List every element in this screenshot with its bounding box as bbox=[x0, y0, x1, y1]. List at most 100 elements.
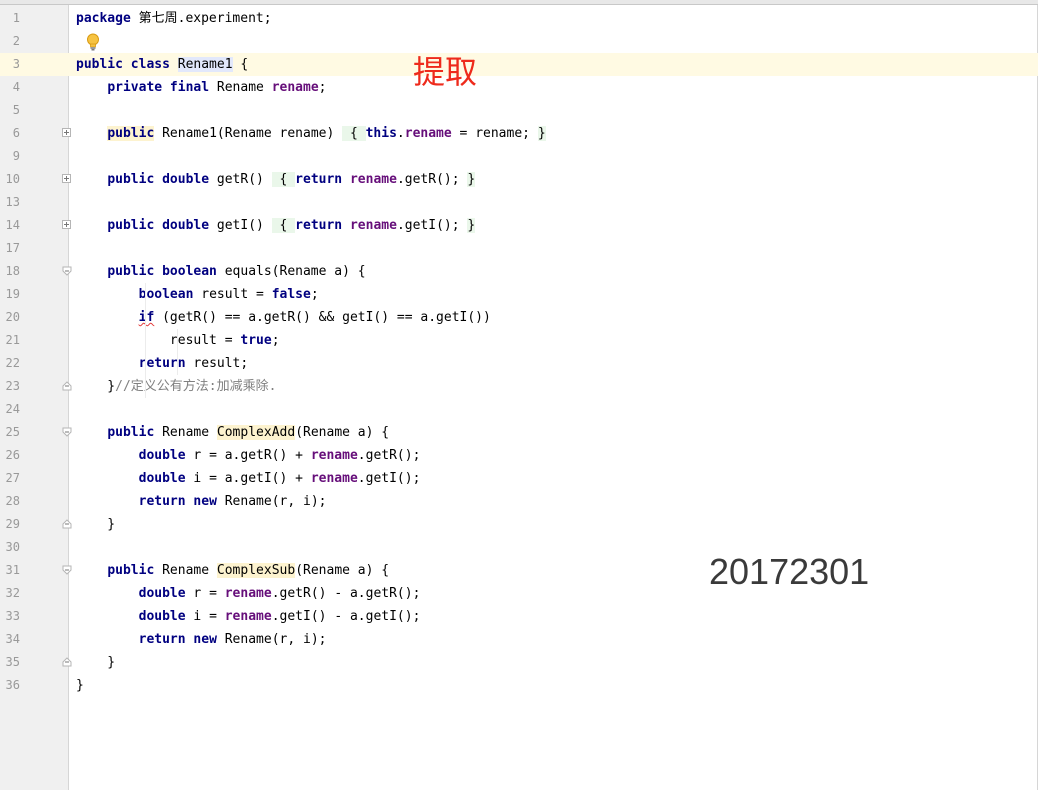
fold-collapse-icon[interactable] bbox=[62, 657, 72, 667]
line-number: 32 bbox=[5, 586, 20, 600]
code-text[interactable]: public double getR() { return rename.get… bbox=[76, 168, 476, 191]
code-line[interactable]: 23 }//定义公有方法:加减乘除. bbox=[0, 375, 1038, 398]
code-line[interactable]: 24 bbox=[0, 398, 1038, 421]
code-token: } bbox=[76, 678, 84, 693]
code-text[interactable]: public class Rename1 { bbox=[76, 53, 248, 76]
code-token: { bbox=[271, 218, 296, 233]
keyword-token: public double bbox=[107, 172, 210, 187]
code-text[interactable]: public Rename ComplexAdd(Rename a) { bbox=[76, 421, 389, 444]
code-line[interactable]: 30 bbox=[0, 536, 1038, 559]
code-token: ComplexSub bbox=[216, 563, 296, 578]
code-token: (getR() == a.getR() && getI() == a.getI(… bbox=[154, 310, 491, 325]
keyword-token: this bbox=[365, 126, 397, 141]
fold-collapse-icon[interactable] bbox=[62, 381, 72, 391]
lightbulb-icon[interactable] bbox=[86, 33, 100, 51]
code-line[interactable]: 25 public Rename ComplexAdd(Rename a) { bbox=[0, 421, 1038, 444]
code-line[interactable]: 18 public boolean equals(Rename a) { bbox=[0, 260, 1038, 283]
code-line[interactable]: 13 bbox=[0, 191, 1038, 214]
keyword-token: private final bbox=[107, 80, 210, 95]
code-text[interactable]: if (getR() == a.getR() && getI() == a.ge… bbox=[76, 306, 491, 329]
code-line[interactable]: 14 public double getI() { return rename.… bbox=[0, 214, 1038, 237]
line-number: 9 bbox=[12, 149, 20, 163]
code-text[interactable]: boolean result = false; bbox=[76, 283, 319, 306]
code-text[interactable]: double r = a.getR() + rename.getR(); bbox=[76, 444, 421, 467]
code-line[interactable]: 31 public Rename ComplexSub(Rename a) { bbox=[0, 559, 1038, 582]
code-line[interactable]: 35 } bbox=[0, 651, 1038, 674]
code-text[interactable]: } bbox=[76, 513, 115, 536]
code-text[interactable]: double i = a.getI() + rename.getI(); bbox=[76, 467, 421, 490]
fold-collapse-icon[interactable] bbox=[62, 266, 72, 276]
code-text[interactable]: } bbox=[76, 674, 84, 697]
code-line[interactable]: 26 double r = a.getR() + rename.getR(); bbox=[0, 444, 1038, 467]
code-line[interactable]: 33 double i = rename.getI() - a.getI(); bbox=[0, 605, 1038, 628]
fold-collapse-icon[interactable] bbox=[62, 565, 72, 575]
code-text[interactable]: public boolean equals(Rename a) { bbox=[76, 260, 365, 283]
code-editor[interactable]: 1 package 第七周.experiment; 2 3 public class R… bbox=[0, 0, 1038, 790]
keyword-token: double bbox=[138, 471, 186, 486]
code-line[interactable]: 19 boolean result = false; bbox=[0, 283, 1038, 306]
keyword-token: boolean bbox=[138, 287, 194, 302]
code-text[interactable]: package 第七周.experiment; bbox=[76, 7, 272, 30]
code-token: } bbox=[76, 655, 116, 670]
code-line[interactable]: 4 private final Rename rename; bbox=[0, 76, 1038, 99]
code-line[interactable]: 6 public Rename1(Rename rename) { this.r… bbox=[0, 122, 1038, 145]
code-line[interactable]: 28 return new Rename(r, i); bbox=[0, 490, 1038, 513]
line-number: 4 bbox=[12, 80, 20, 94]
code-text[interactable]: public Rename1(Rename rename) { this.ren… bbox=[76, 122, 546, 145]
code-token: Rename1(Rename rename) bbox=[154, 126, 343, 141]
code-text[interactable]: } bbox=[76, 651, 115, 674]
line-number: 2 bbox=[12, 34, 20, 48]
fold-expand-icon[interactable] bbox=[62, 220, 71, 229]
fold-expand-icon[interactable] bbox=[62, 174, 71, 183]
fold-expand-icon[interactable] bbox=[62, 128, 71, 137]
code-token: = rename; bbox=[451, 126, 538, 141]
code-line[interactable]: 36} bbox=[0, 674, 1038, 697]
line-number: 33 bbox=[5, 609, 20, 623]
line-number: 19 bbox=[5, 287, 20, 301]
fold-collapse-icon[interactable] bbox=[62, 519, 72, 529]
line-number: 17 bbox=[5, 241, 20, 255]
code-token: i = a.getI() + bbox=[185, 471, 311, 486]
line-number: 22 bbox=[5, 356, 20, 370]
code-text[interactable]: return result; bbox=[76, 352, 249, 375]
line-number: 6 bbox=[12, 126, 20, 140]
code-token: } bbox=[467, 172, 476, 187]
keyword-token: public double bbox=[107, 218, 210, 233]
code-line[interactable]: 1 package 第七周.experiment; bbox=[0, 7, 1038, 30]
code-text[interactable]: public Rename ComplexSub(Rename a) { bbox=[76, 559, 389, 582]
code-line[interactable]: 5 bbox=[0, 99, 1038, 122]
code-text[interactable]: return new Rename(r, i); bbox=[76, 628, 327, 651]
code-text[interactable]: }//定义公有方法:加减乘除. bbox=[76, 375, 276, 398]
code-token: i = bbox=[185, 609, 225, 624]
code-text[interactable]: private final Rename rename; bbox=[76, 76, 326, 99]
line-number: 36 bbox=[5, 678, 20, 692]
code-line[interactable]: 34 return new Rename(r, i); bbox=[0, 628, 1038, 651]
code-line[interactable]: 29 } bbox=[0, 513, 1038, 536]
code-line[interactable]: 2 bbox=[0, 30, 1038, 53]
code-text[interactable]: double i = rename.getI() - a.getI(); bbox=[76, 605, 421, 628]
code-token: ; bbox=[318, 80, 327, 95]
line-number: 24 bbox=[5, 402, 20, 416]
line-number: 31 bbox=[5, 563, 20, 577]
code-line[interactable]: 3 public class Rename1 { bbox=[0, 53, 1038, 76]
line-number: 26 bbox=[5, 448, 20, 462]
code-text[interactable]: double r = rename.getR() - a.getR(); bbox=[76, 582, 421, 605]
keyword-token: public bbox=[107, 563, 155, 578]
code-line[interactable]: 20 if (getR() == a.getR() && getI() == a… bbox=[0, 306, 1038, 329]
code-token: { bbox=[271, 172, 296, 187]
code-text[interactable]: return new Rename(r, i); bbox=[76, 490, 327, 513]
code-line[interactable]: 32 double r = rename.getR() - a.getR(); bbox=[0, 582, 1038, 605]
code-line[interactable]: 10 public double getR() { return rename.… bbox=[0, 168, 1038, 191]
code-line[interactable]: 27 double i = a.getI() + rename.getI(); bbox=[0, 467, 1038, 490]
code-line[interactable]: 17 bbox=[0, 237, 1038, 260]
code-text[interactable]: public double getI() { return rename.get… bbox=[76, 214, 476, 237]
code-line[interactable]: 9 bbox=[0, 145, 1038, 168]
code-line[interactable]: 21 result = true; bbox=[0, 329, 1038, 352]
fold-collapse-icon[interactable] bbox=[62, 427, 72, 437]
code-line[interactable]: 22 return result; bbox=[0, 352, 1038, 375]
